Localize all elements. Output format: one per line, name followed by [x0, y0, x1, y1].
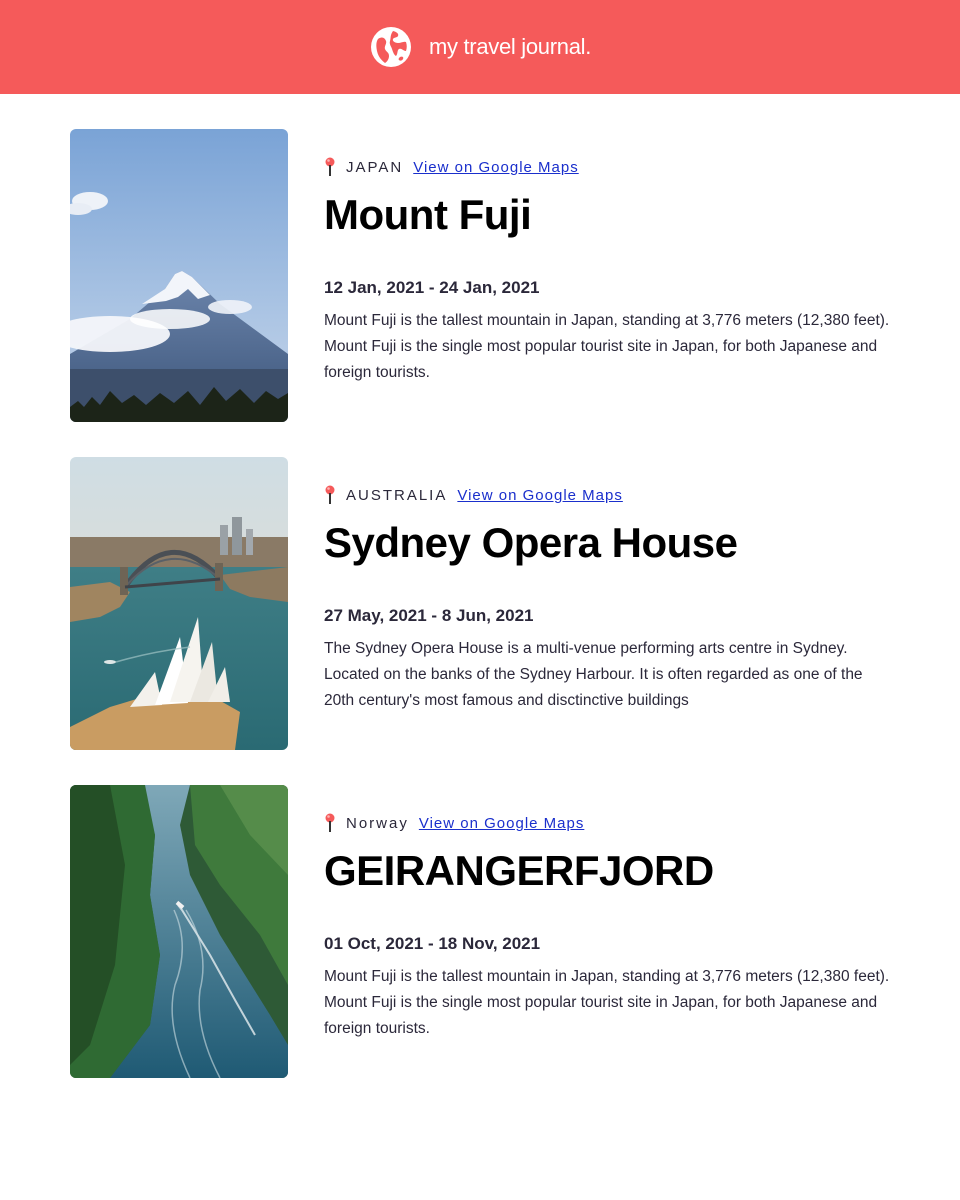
trip-dates: 12 Jan, 2021 - 24 Jan, 2021: [324, 278, 540, 298]
place-description: The Sydney Opera House is a multi-venue …: [324, 640, 863, 710]
globe-icon: [370, 27, 411, 67]
journal-entry: JAPAN View on Google Maps Mount Fuji 12 …: [70, 129, 960, 422]
place-title: Sydney Opera House: [324, 519, 738, 566]
entry-content: JAPAN View on Google Maps Mount Fuji 12 …: [324, 129, 904, 422]
google-maps-link[interactable]: View on Google Maps: [457, 487, 622, 504]
trip-dates: 27 May, 2021 - 8 Jun, 2021: [324, 606, 534, 626]
location-pin-icon: [325, 813, 335, 832]
mount-fuji-photo: [70, 129, 288, 422]
location-row: Norway View on Google Maps: [324, 812, 904, 834]
entry-content: Norway View on Google Maps GEIRANGERFJOR…: [324, 785, 904, 1078]
google-maps-link[interactable]: View on Google Maps: [419, 815, 584, 832]
country-label: Norway: [346, 814, 409, 832]
journal-entries: JAPAN View on Google Maps Mount Fuji 12 …: [0, 94, 960, 1078]
place-description: Mount Fuji is the tallest mountain in Ja…: [324, 312, 890, 382]
country-label: AUSTRALIA: [346, 486, 448, 504]
app-title: my travel journal.: [428, 34, 592, 59]
location-pin-icon: [325, 157, 335, 176]
google-maps-link[interactable]: View on Google Maps: [413, 159, 578, 176]
place-title: Mount Fuji: [324, 191, 532, 238]
country-label: JAPAN: [346, 158, 404, 176]
location-row: JAPAN View on Google Maps: [324, 156, 904, 178]
place-description: Mount Fuji is the tallest mountain in Ja…: [324, 968, 890, 1038]
geirangerfjord-photo: [70, 785, 288, 1078]
entry-content: AUSTRALIA View on Google Maps Sydney Ope…: [324, 457, 904, 750]
location-pin-icon: [325, 485, 335, 504]
location-row: AUSTRALIA View on Google Maps: [324, 484, 904, 506]
place-title: GEIRANGERFJORD: [324, 847, 714, 894]
journal-entry: Norway View on Google Maps GEIRANGERFJOR…: [70, 785, 960, 1078]
trip-dates: 01 Oct, 2021 - 18 Nov, 2021: [324, 934, 541, 954]
app-header: my travel journal.: [0, 0, 960, 94]
sydney-opera-house-photo: [70, 457, 288, 750]
journal-entry: AUSTRALIA View on Google Maps Sydney Ope…: [70, 457, 960, 750]
